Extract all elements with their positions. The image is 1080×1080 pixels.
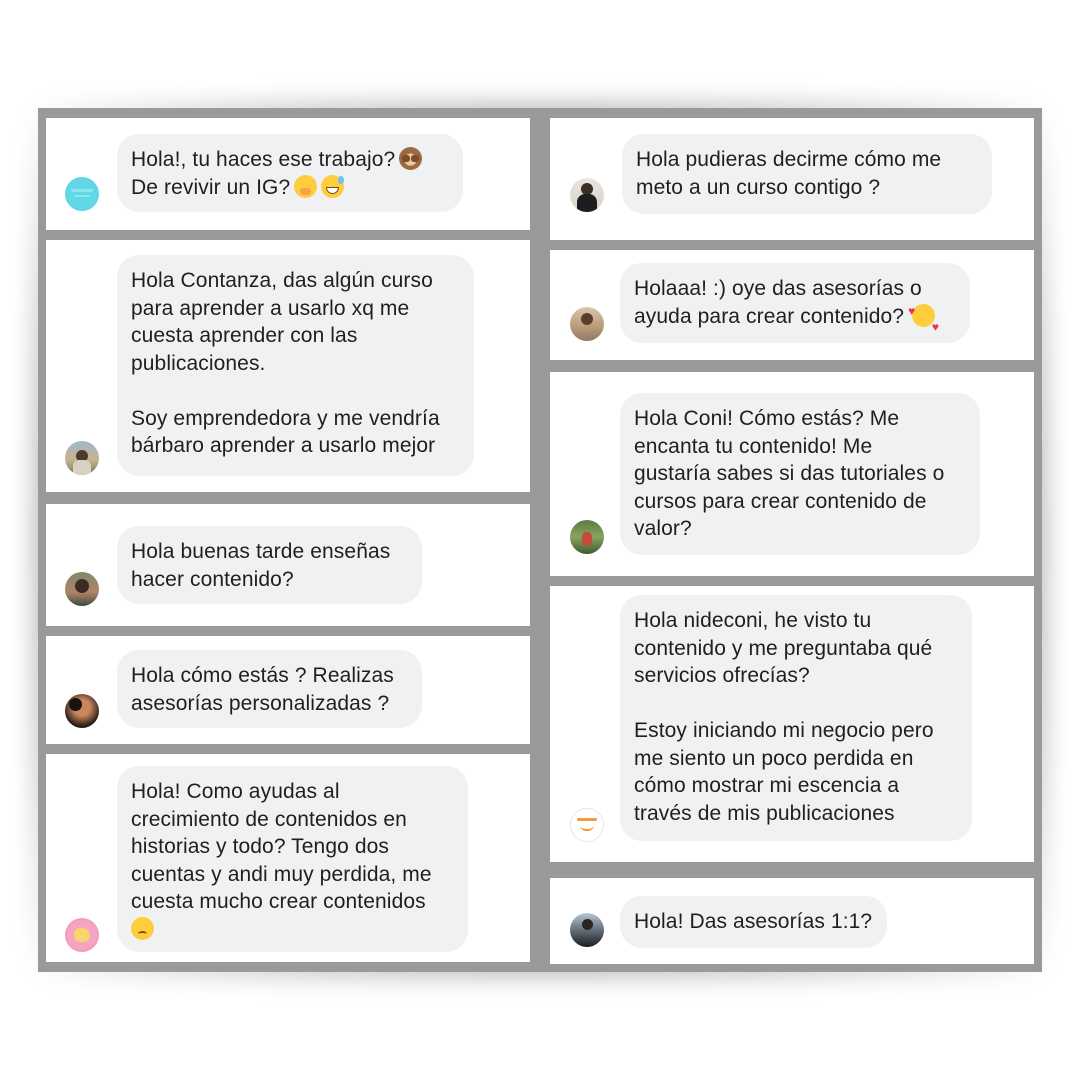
message-card: Hola nideconi, he visto tu contenido y m… (550, 586, 1034, 862)
avatar[interactable] (65, 694, 99, 728)
message-card: Hola! Das asesorías 1:1? (550, 878, 1034, 964)
message-text: Hola! Como ayudas al crecimiento de cont… (131, 780, 432, 913)
message-card: Hola pudieras decirme cómo me meto a un … (550, 118, 1034, 240)
avatar[interactable] (570, 307, 604, 341)
message-bubble[interactable]: Hola Contanza, das algún curso para apre… (117, 255, 474, 476)
message-text: Holaaa! :) oye das asesorías o (634, 277, 922, 300)
avatar[interactable] (570, 178, 604, 212)
message-bubble[interactable]: Hola pudieras decirme cómo me meto a un … (622, 134, 992, 214)
avatar[interactable] (65, 441, 99, 475)
message-text: Hola!, tu haces ese trabajo? (131, 148, 396, 171)
grinning-face-with-sweat-icon (321, 174, 345, 198)
see-no-evil-monkey-icon (399, 147, 423, 170)
face-with-hand-over-mouth-icon (294, 174, 318, 198)
message-card: Hola!, tu haces ese trabajo? De revivir … (46, 118, 530, 230)
avatar[interactable] (570, 520, 604, 554)
message-card: Holaaa! :) oye das asesorías o ayuda par… (550, 250, 1034, 360)
message-text: De revivir un IG? (131, 175, 291, 199)
disappointed-face-icon (131, 916, 154, 940)
avatar[interactable] (65, 572, 99, 606)
message-bubble[interactable]: Hola! Das asesorías 1:1? (620, 896, 887, 948)
message-bubble[interactable]: Hola Coni! Cómo estás? Me encanta tu con… (620, 393, 980, 555)
message-text: ayuda para crear contenido? (634, 304, 905, 328)
message-bubble[interactable]: Hola cómo estás ? Realizas asesorías per… (117, 650, 422, 728)
message-bubble[interactable]: Hola buenas tarde enseñas hacer contenid… (117, 526, 422, 604)
message-card: Hola buenas tarde enseñas hacer contenid… (46, 504, 530, 626)
avatar[interactable] (65, 918, 99, 952)
smiling-face-with-hearts-icon (908, 298, 939, 342)
message-bubble[interactable]: Hola nideconi, he visto tu contenido y m… (620, 595, 972, 841)
message-bubble[interactable]: Holaaa! :) oye das asesorías o ayuda par… (620, 263, 970, 343)
message-card: Hola! Como ayudas al crecimiento de cont… (46, 754, 530, 962)
message-card: Hola cómo estás ? Realizas asesorías per… (46, 636, 530, 744)
avatar[interactable] (570, 808, 604, 842)
message-bubble[interactable]: Hola! Como ayudas al crecimiento de cont… (117, 766, 468, 952)
message-card: Hola Coni! Cómo estás? Me encanta tu con… (550, 372, 1034, 576)
message-bubble[interactable]: Hola!, tu haces ese trabajo? De revivir … (117, 134, 463, 212)
avatar[interactable] (65, 177, 99, 211)
message-card: Hola Contanza, das algún curso para apre… (46, 240, 530, 492)
avatar[interactable] (570, 913, 604, 947)
